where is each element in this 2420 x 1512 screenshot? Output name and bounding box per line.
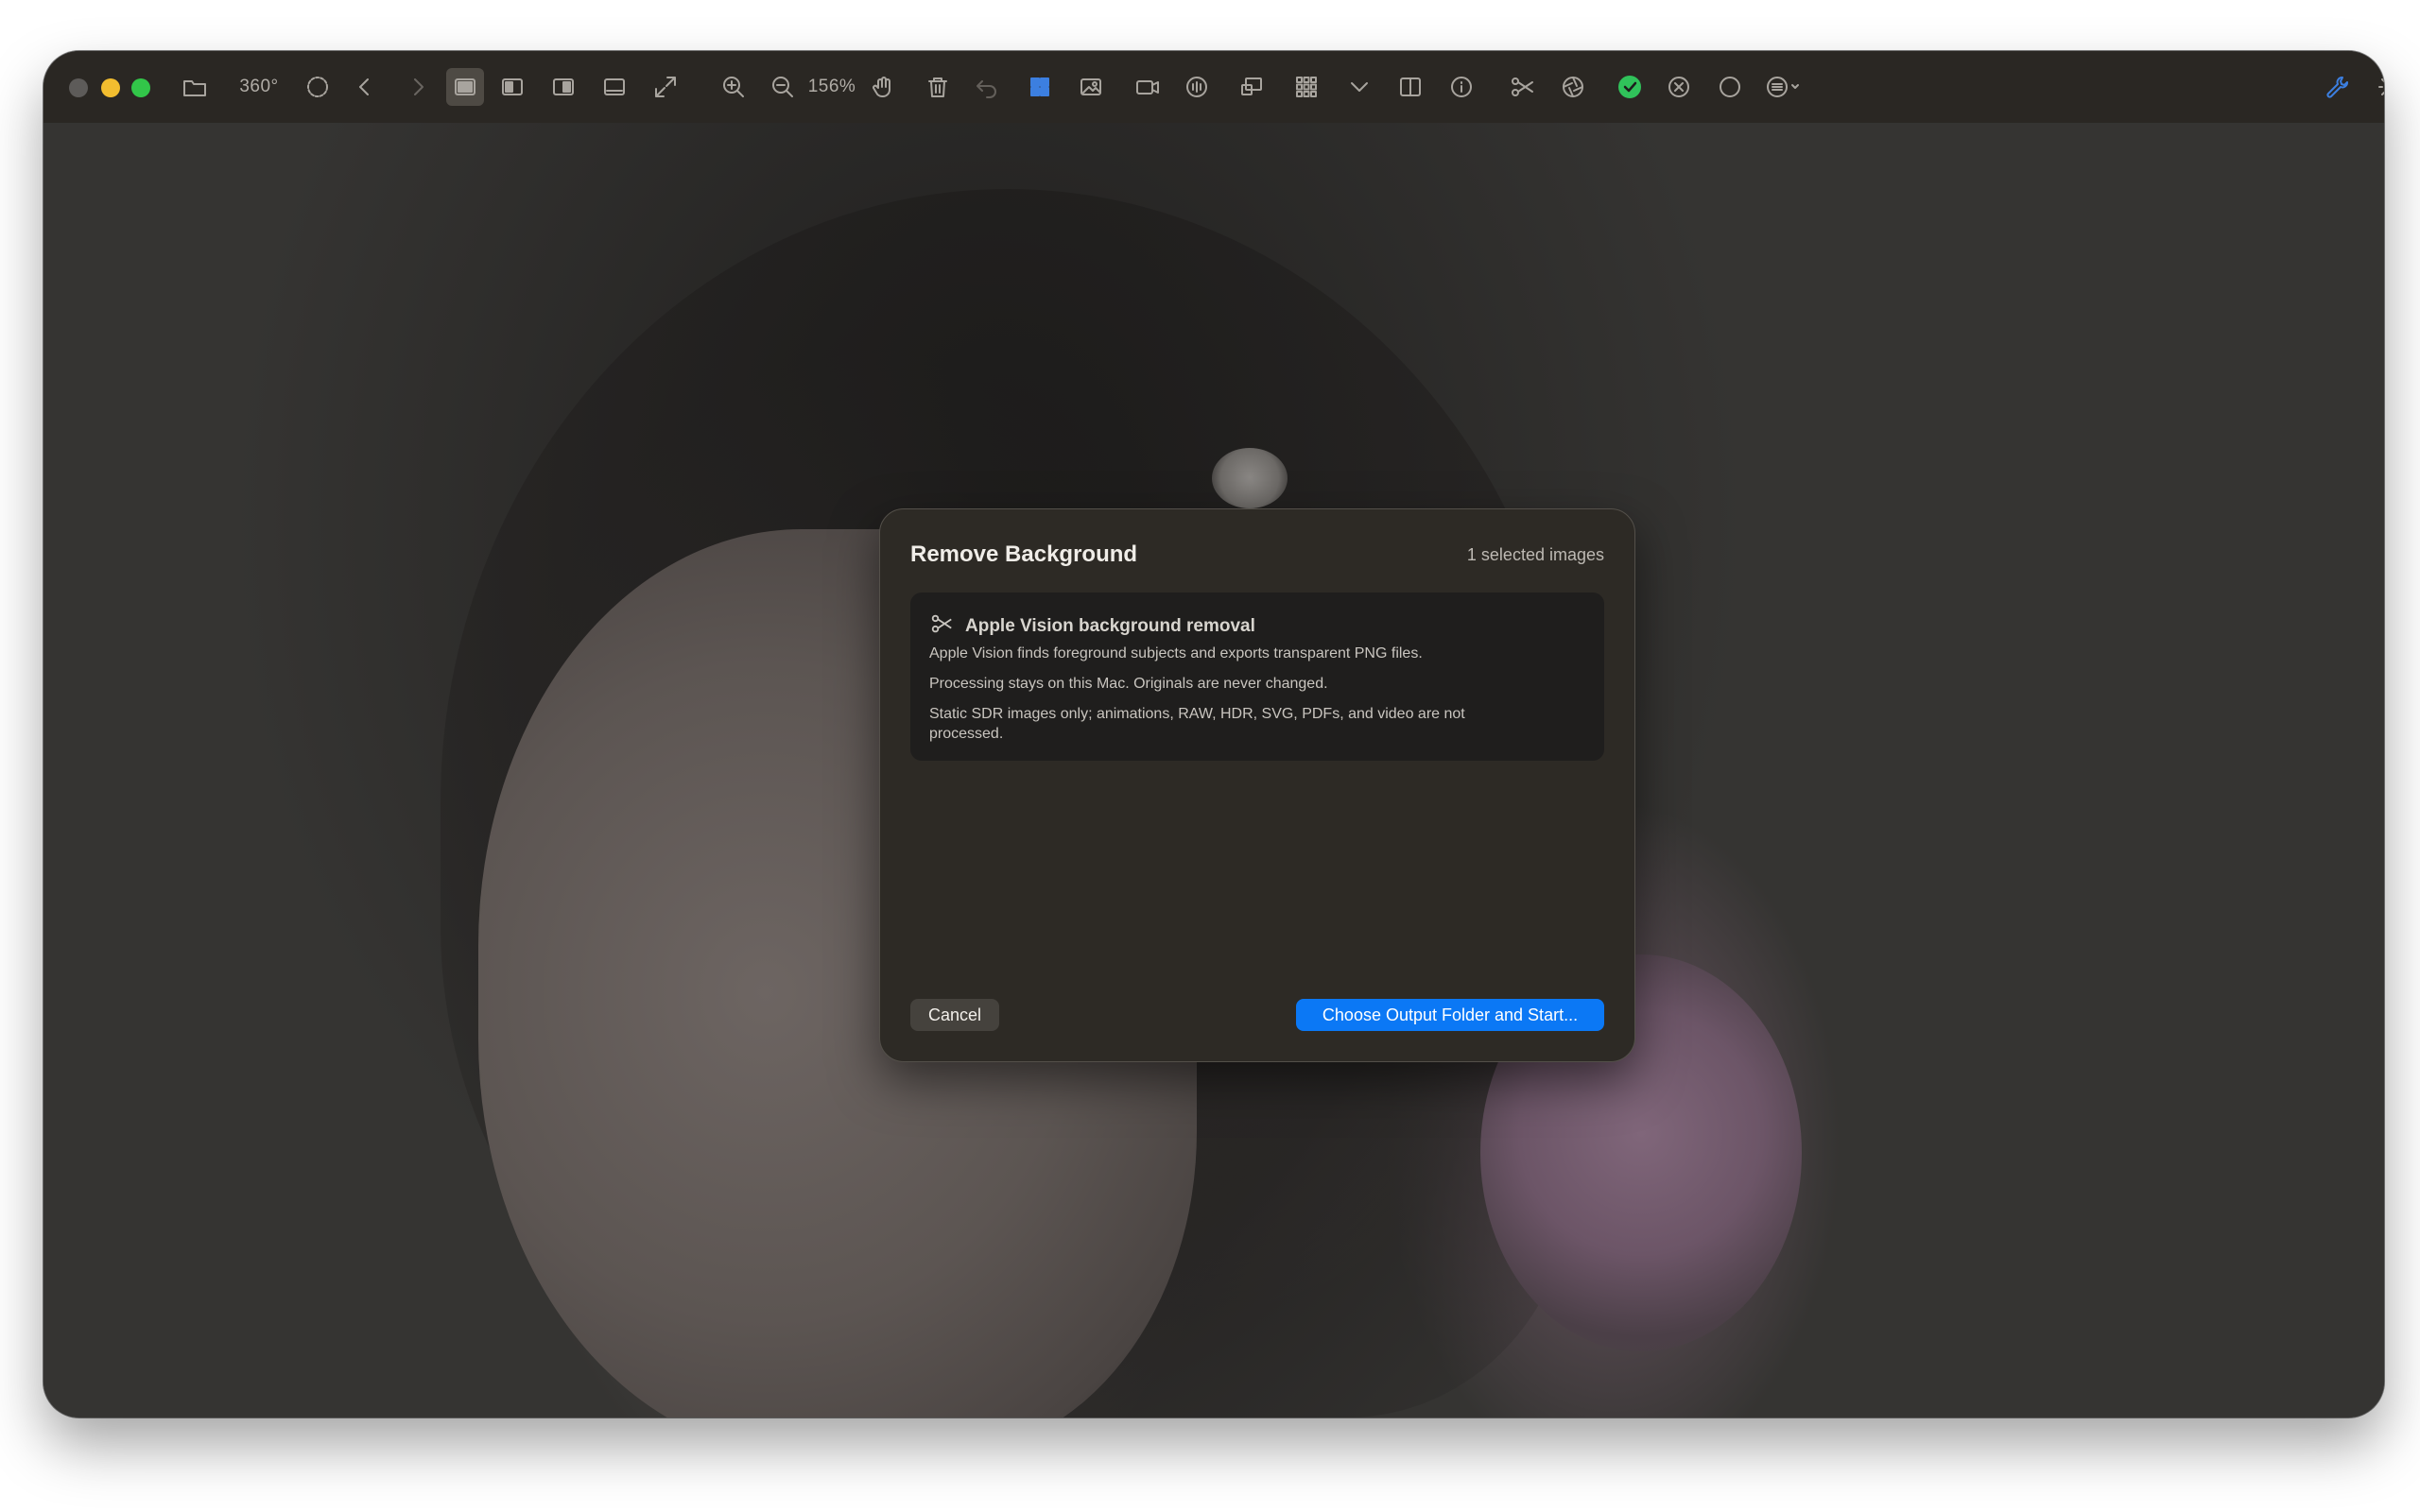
undo-icon[interactable]: [970, 68, 1004, 106]
scissors-icon[interactable]: [1503, 68, 1541, 106]
fullscreen-icon[interactable]: [648, 68, 683, 106]
remove-background-dialog: Remove Background 1 selected images Appl…: [879, 508, 1635, 1062]
menu-icon[interactable]: [1760, 68, 1807, 106]
audio-icon[interactable]: [1180, 68, 1214, 106]
info-panel: Apple Vision background removal Apple Vi…: [910, 593, 1604, 761]
photo-region-hair-flower: [1212, 448, 1288, 508]
info-line: Processing stays on this Mac. Originals …: [929, 676, 1328, 692]
folder-icon[interactable]: [178, 68, 212, 106]
chevron-left-icon[interactable]: [348, 68, 382, 106]
slideshow-icon[interactable]: [1233, 68, 1270, 106]
info-line: Static SDR images only; animations, RAW,…: [929, 706, 1465, 742]
info-icon[interactable]: [1444, 68, 1478, 106]
close-window-button[interactable]: [69, 78, 88, 97]
zoom-level-label: 156%: [807, 77, 856, 96]
scissors-icon: [929, 611, 954, 642]
circle-dashed-icon[interactable]: [301, 68, 335, 106]
left-panel-icon[interactable]: [495, 68, 529, 106]
single-view-icon[interactable]: [446, 68, 484, 106]
toolbar: 360° 156%: [43, 51, 2384, 123]
trash-icon[interactable]: [921, 68, 955, 106]
brightness-icon[interactable]: [2373, 68, 2384, 106]
zoom-out-icon[interactable]: [766, 68, 800, 106]
zoom-in-icon[interactable]: [717, 68, 751, 106]
minimize-window-button[interactable]: [101, 78, 120, 97]
bottom-panel-icon[interactable]: [597, 68, 631, 106]
thumbnails-icon[interactable]: [1289, 68, 1323, 106]
image-icon[interactable]: [1074, 68, 1108, 106]
split-view-icon[interactable]: [1393, 68, 1427, 106]
video-icon[interactable]: [1129, 68, 1167, 106]
aperture-icon[interactable]: [1556, 68, 1590, 106]
info-heading-text: Apple Vision background removal: [965, 616, 1255, 636]
chevron-right-icon[interactable]: [401, 68, 435, 106]
hand-icon[interactable]: [866, 68, 900, 106]
app-window: 360° 156% Remove Background 1 selected i…: [43, 51, 2384, 1418]
info-line: Apple Vision finds foreground subjects a…: [929, 645, 1423, 662]
info-heading: Apple Vision background removal: [929, 611, 1255, 642]
rotation-360-button[interactable]: 360°: [236, 68, 282, 106]
selection-count: 1 selected images: [1466, 545, 1604, 564]
choose-output-folder-button[interactable]: Choose Output Folder and Start...: [1296, 999, 1604, 1031]
cancel-button[interactable]: Cancel: [910, 999, 999, 1031]
check-circle-icon[interactable]: [1613, 68, 1647, 106]
wrench-icon[interactable]: [2320, 68, 2354, 106]
maximize-window-button[interactable]: [131, 78, 150, 97]
x-circle-icon[interactable]: [1662, 68, 1696, 106]
dialog-title: Remove Background: [910, 541, 1138, 567]
chevron-down-icon[interactable]: [1342, 68, 1376, 106]
right-panel-icon[interactable]: [546, 68, 580, 106]
grid-icon[interactable]: [1023, 68, 1057, 106]
circle-icon[interactable]: [1713, 68, 1747, 106]
